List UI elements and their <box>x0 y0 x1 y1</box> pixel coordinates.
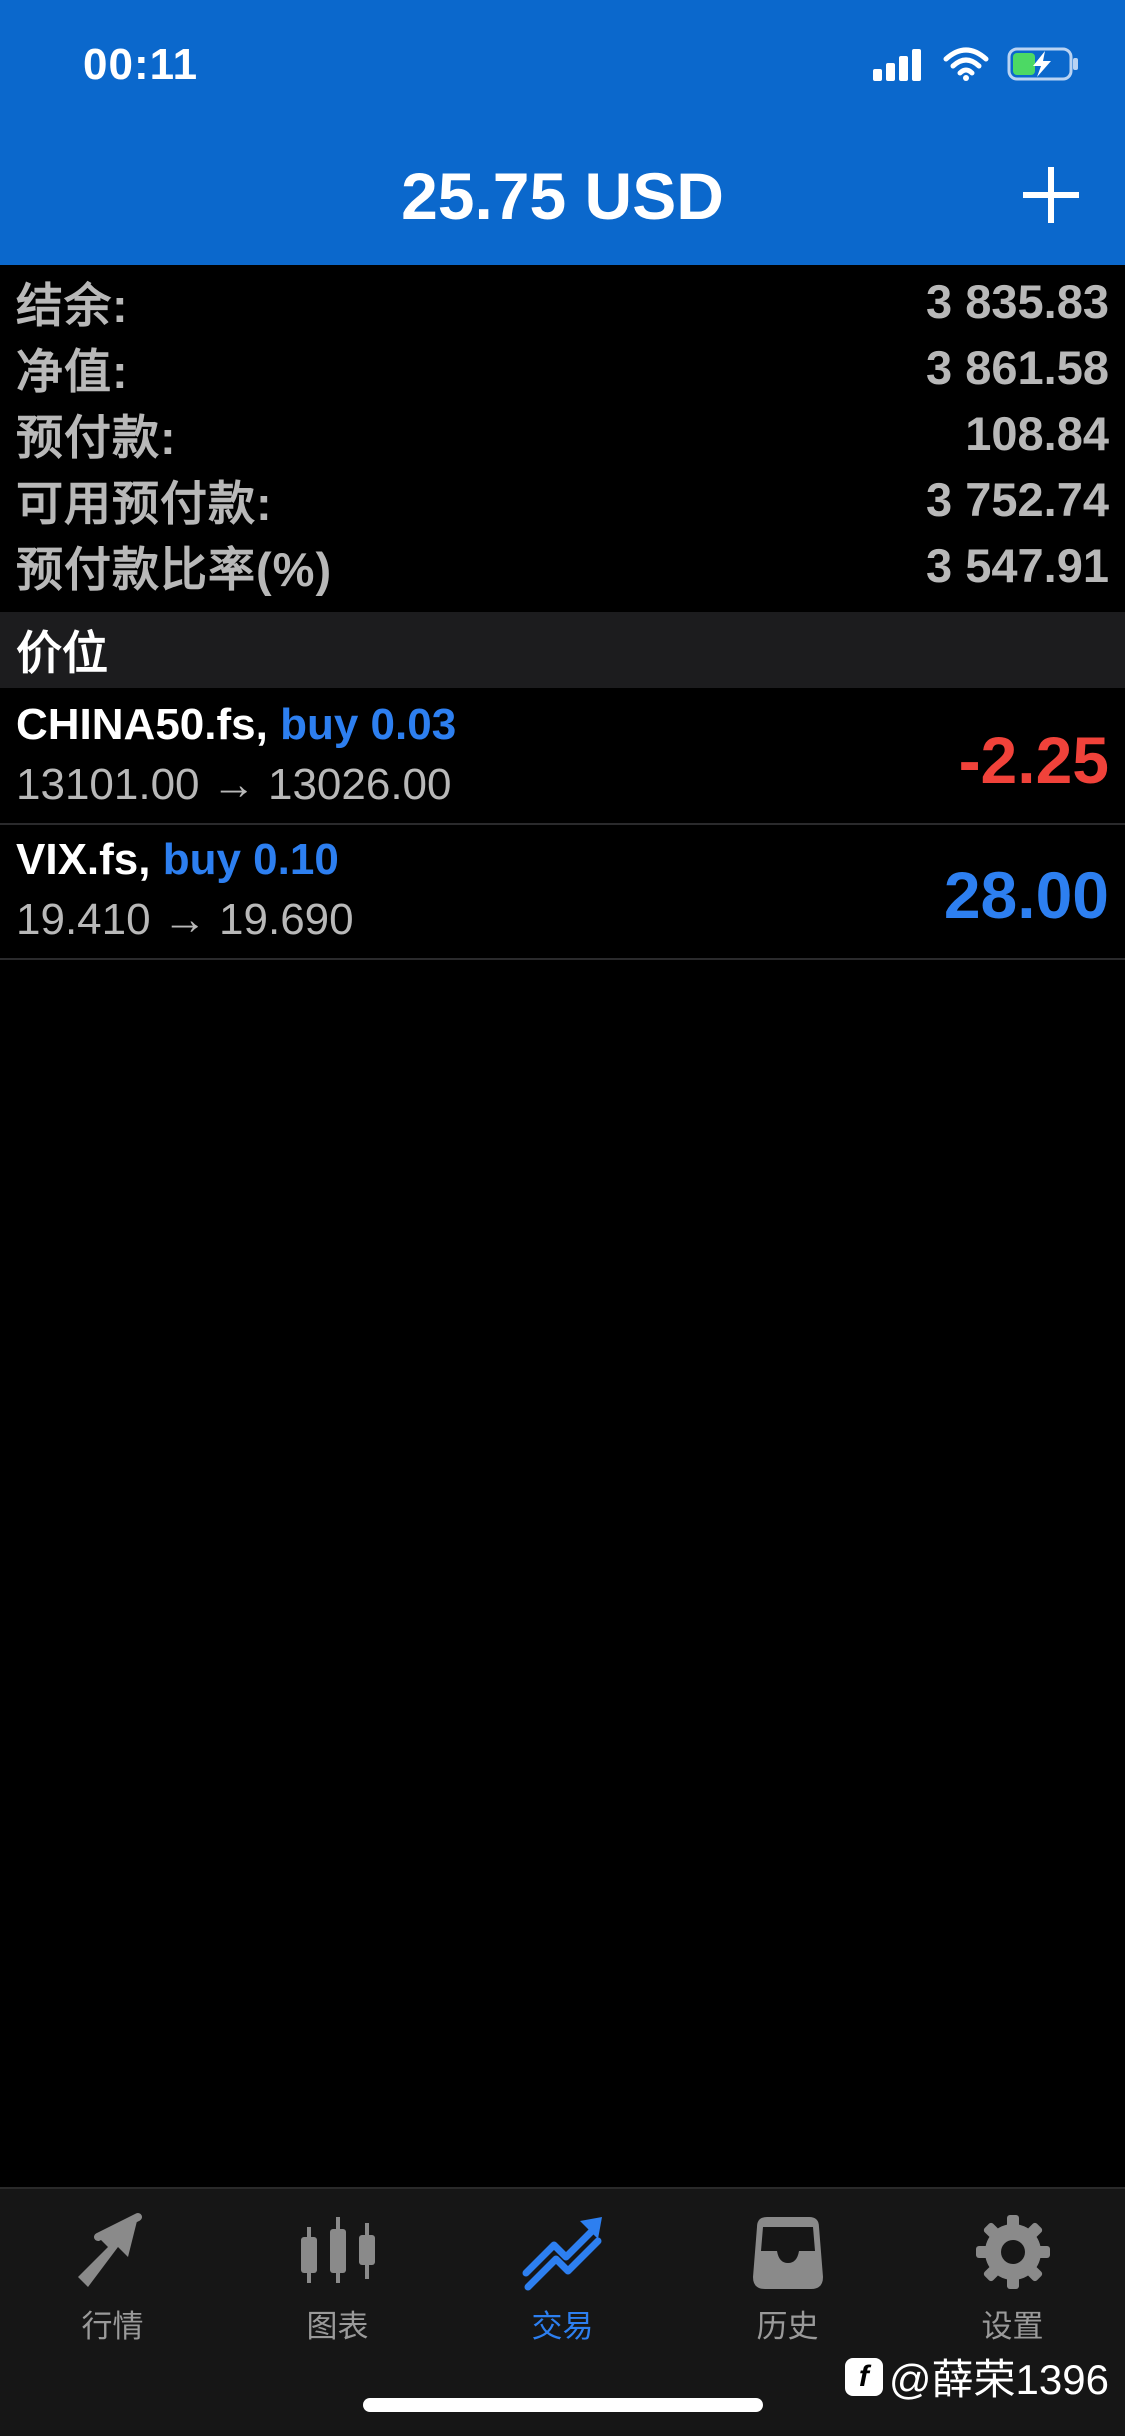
position-row[interactable]: VIX.fs, buy 0.10 19.410 → 19.690 28.00 <box>0 825 1125 960</box>
signal-icon <box>873 49 921 81</box>
tab-label: 行情 <box>81 2309 144 2344</box>
position-prices: 19.410 → 19.690 <box>16 895 354 944</box>
summary-value: 3 861.58 <box>926 340 1109 394</box>
summary-label: 可用预付款: <box>16 476 273 530</box>
position-symbol: VIX.fs, <box>16 835 151 884</box>
chart-icon <box>300 2217 375 2283</box>
summary-value: 3 752.74 <box>926 472 1109 526</box>
summary-row-margin: 预付款: 108.84 <box>0 400 1125 466</box>
summary-label: 结余: <box>16 278 129 332</box>
summary-row-free-margin: 可用预付款: 3 752.74 <box>0 466 1125 532</box>
account-summary: 结余: 3 835.83 净值: 3 861.58 预付款: 108.84 可用… <box>0 268 1125 598</box>
watermark-text: @薛荣1396 <box>888 2356 1109 2403</box>
summary-value: 3 835.83 <box>926 274 1109 328</box>
summary-row-equity: 净值: 3 861.58 <box>0 334 1125 400</box>
summary-label: 预付款: <box>16 410 177 464</box>
tab-label: 设置 <box>981 2309 1044 2344</box>
tab-settings[interactable]: 设置 <box>900 2207 1125 2357</box>
home-indicator <box>363 2398 763 2412</box>
quotes-icon <box>77 2213 142 2287</box>
watermark: f @薛荣1396 <box>844 2346 1109 2407</box>
position-row[interactable]: CHINA50.fs, buy 0.03 13101.00 → 13026.00… <box>0 690 1125 825</box>
tab-label: 交易 <box>531 2309 594 2344</box>
position-title: VIX.fs, buy 0.10 <box>16 835 339 885</box>
add-order-button[interactable] <box>1021 165 1081 225</box>
history-icon <box>752 2217 823 2289</box>
header-bar: 00:11 25.75 USD <box>0 0 1125 265</box>
position-prices: 13101.00 → 13026.00 <box>16 760 452 809</box>
wifi-icon <box>943 47 989 81</box>
position-title: CHINA50.fs, buy 0.03 <box>16 700 456 750</box>
summary-row-margin-level: 预付款比率(%) 3 547.91 <box>0 532 1125 598</box>
tab-quotes[interactable]: 行情 <box>0 2207 225 2357</box>
positions-list: CHINA50.fs, buy 0.03 13101.00 → 13026.00… <box>0 690 1125 960</box>
balance-title: 25.75 USD <box>401 159 724 233</box>
summary-value: 3 547.91 <box>926 538 1109 592</box>
battery-icon <box>1007 47 1078 81</box>
tab-trade[interactable]: 交易 <box>450 2207 675 2357</box>
position-symbol: CHINA50.fs, <box>16 700 268 749</box>
position-side: buy 0.03 <box>280 700 457 749</box>
status-time: 00:11 <box>83 40 199 89</box>
tab-label: 历史 <box>756 2309 819 2344</box>
status-icons <box>871 44 1081 84</box>
summary-value: 108.84 <box>965 406 1109 460</box>
summary-row-balance: 结余: 3 835.83 <box>0 268 1125 334</box>
social-logo-icon: f <box>844 2357 883 2396</box>
position-profit: 28.00 <box>943 858 1109 932</box>
position-profit: -2.25 <box>958 723 1109 797</box>
tab-chart[interactable]: 图表 <box>225 2207 450 2357</box>
positions-header: 价位 <box>0 612 1125 688</box>
tab-history[interactable]: 历史 <box>675 2207 900 2357</box>
tab-label: 图表 <box>306 2309 369 2344</box>
settings-icon <box>975 2215 1050 2289</box>
summary-label: 净值: <box>16 344 129 398</box>
position-side: buy 0.10 <box>162 835 339 884</box>
summary-label: 预付款比率(%) <box>16 542 333 596</box>
trade-icon <box>522 2217 602 2291</box>
